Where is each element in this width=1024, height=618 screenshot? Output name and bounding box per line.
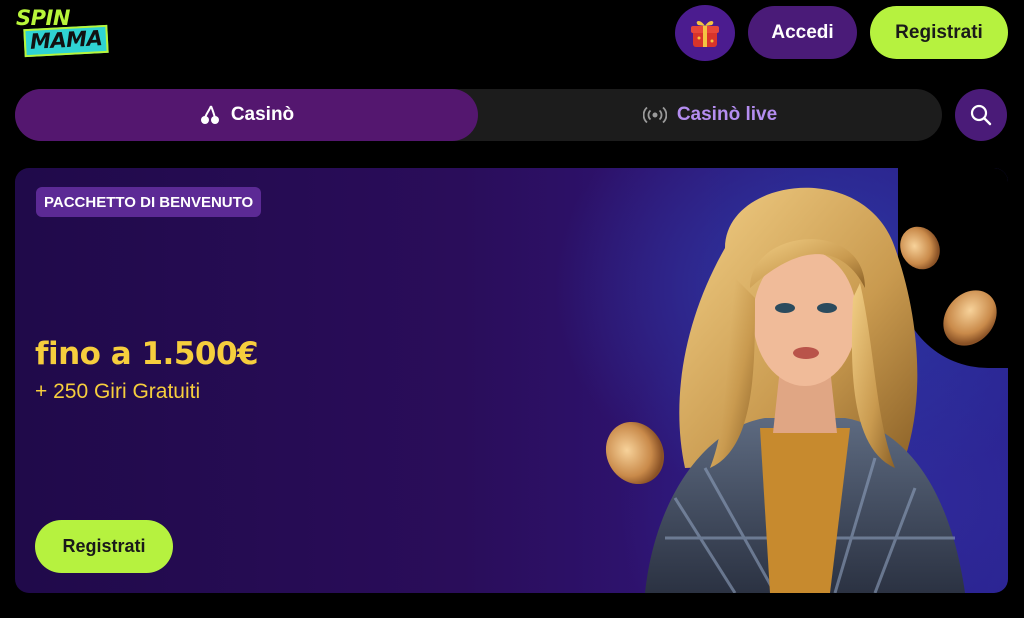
tab-casino-live-label: Casinò live [676,104,778,125]
category-tabs: Casinò Casinò live [15,89,942,141]
offer-free-spins: + 250 Giri Gratuiti [35,380,201,403]
tab-casino[interactable]: Casinò [15,89,478,141]
tab-casino-label: Casinò [230,104,295,125]
spinmama-logo[interactable]: SPIN MAMA [14,6,134,58]
banner-register-button[interactable]: Registrati [35,520,173,573]
search-icon [970,104,992,126]
login-button[interactable]: Accedi [748,6,857,59]
search-button[interactable] [955,89,1007,141]
woman-with-coins-illustration [605,187,997,593]
gift-button[interactable] [675,5,735,61]
cherry-icon [200,105,219,124]
tab-casino-live[interactable]: Casinò live [478,89,942,141]
site-header: SPIN MAMA Accedi Registrati [0,0,1024,70]
logo-text-spin: SPIN [16,6,70,30]
welcome-package-badge: PACCHETTO DI BENVENUTO [36,187,262,217]
gift-icon [691,20,719,47]
welcome-banner[interactable]: PACCHETTO DI BENVENUTO fino a 1.500€ + 2… [15,168,1008,593]
register-button[interactable]: Registrati [870,6,1008,59]
offer-amount: fino a 1.500€ [35,336,259,372]
live-broadcast-icon [642,106,667,124]
logo-text-mama: MAMA [23,24,109,58]
